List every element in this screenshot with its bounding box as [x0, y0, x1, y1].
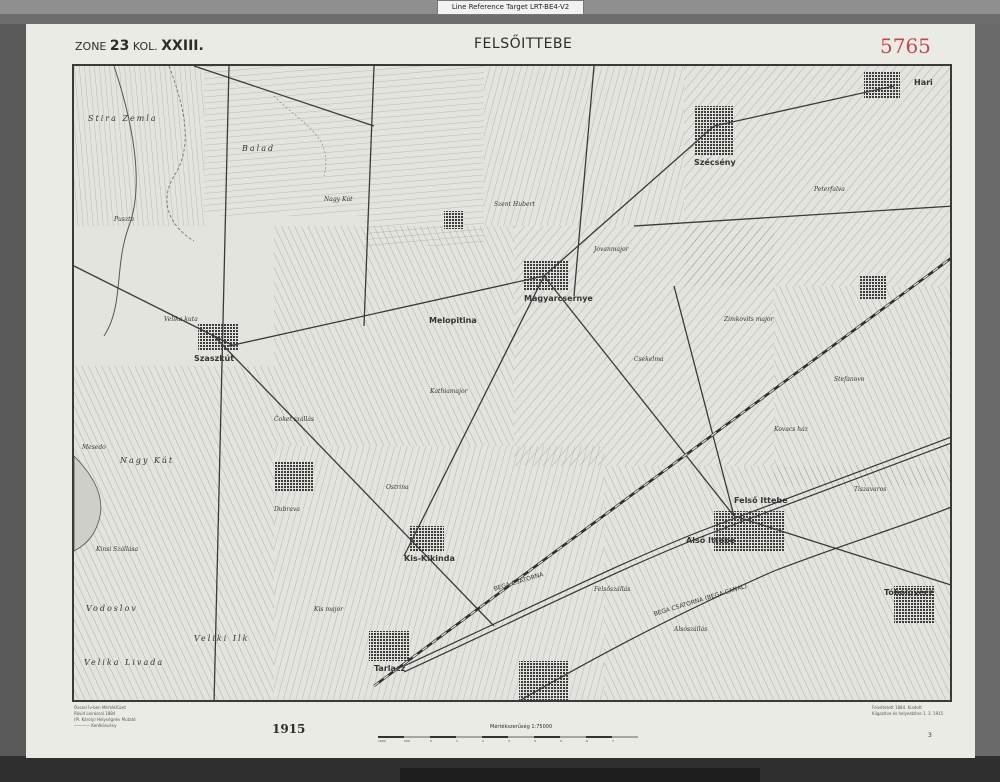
- page-index: 3: [928, 732, 932, 739]
- field-6: Peterfalva: [814, 186, 845, 193]
- area-stefanovo: Stefanovo: [834, 376, 865, 383]
- scale-tick: 3: [508, 739, 510, 742]
- area-mesedo: Mesedo: [82, 444, 106, 451]
- scale-caption: Mértékszerűség 1:75000: [490, 724, 553, 730]
- place-felso-ittebe: Felső Ittebe: [734, 496, 788, 505]
- area-stira-zemla: Stira Zemla: [88, 114, 158, 123]
- scale-bar: 1000 500 0 1 2 3 4 5 6 7: [378, 736, 638, 742]
- scale-tick: 2: [482, 739, 484, 742]
- scale-tick: 500: [404, 739, 410, 742]
- area-nagy-kut: Nagy Kút: [120, 456, 175, 465]
- edition-year: 1915: [272, 722, 306, 736]
- map-legend: Ősszel Ív-ben Mértékfüzet Rövid Leírássa…: [74, 705, 136, 729]
- scale-tick: 1000: [378, 739, 386, 742]
- field-5: Zimkovits major: [724, 316, 774, 323]
- field-12: Kovacs ház: [774, 426, 808, 433]
- field-1: Nagy Kút: [324, 196, 353, 203]
- place-szaszkut: Szaszkút: [194, 354, 235, 363]
- scale-tick: 4: [534, 739, 536, 742]
- place-melopitina: Melopitina: [429, 316, 477, 325]
- place-tobolovecz: Tóbolovecz: [884, 588, 934, 597]
- place-also-ittebe: Alsó Ittebe: [686, 536, 736, 545]
- field-7: Tiszavaros: [854, 486, 887, 493]
- scan-right-edge: [975, 24, 1000, 782]
- field-3: Jovanmajor: [594, 246, 629, 253]
- area-kathiamajor: Kathiamajor: [430, 388, 468, 395]
- area-coket-szallas: Čoket szállás: [274, 416, 315, 423]
- place-kis-kikinda: Kis-Kikinda: [404, 554, 455, 563]
- field-8: Felsőszállás: [594, 586, 631, 593]
- area-veliki-ilk: Veliki Ilk: [194, 634, 250, 643]
- map-area[interactable]: Szaszkút Melopitina Szécsény Hari Felső …: [72, 64, 952, 702]
- scale-tick: 5: [560, 739, 562, 742]
- area-ostrina: Ostrina: [386, 484, 409, 491]
- survey-note: Felvétetett 1884. Kiadott Kiigazítva és …: [872, 705, 943, 717]
- place-hari: Hari: [914, 78, 933, 87]
- field-10: Kis major: [314, 606, 343, 613]
- legend-line: ———— Kerékösvény: [74, 723, 117, 728]
- zone-label: ZONE 23 KOL. XXIII.: [75, 38, 204, 54]
- place-szecseny: Szécsény: [694, 158, 736, 167]
- field-9: Alsószállás: [674, 626, 708, 633]
- area-balad: Balad: [242, 144, 276, 153]
- scale-tick: 7: [612, 739, 614, 742]
- scale-tick: 6: [586, 739, 588, 742]
- field-13: Velika kuta: [164, 316, 198, 323]
- sheet-title: FELSŐITTEBE: [474, 36, 573, 52]
- place-tarlacz: Tarlacz: [374, 664, 406, 673]
- reference-target-label: Line Reference Target LRT-BE4-V2: [437, 0, 584, 15]
- map-linework: [74, 66, 950, 700]
- area-velika-livada: Velika Livada: [84, 658, 165, 667]
- field-11: Dubrava: [274, 506, 300, 513]
- scale-tick: 0: [430, 739, 432, 742]
- area-vodoslov: Vodoslov: [86, 604, 138, 613]
- field-4: Csekelma: [634, 356, 664, 363]
- area-kinsi-szallasa: Kinsi Szállása: [96, 546, 139, 553]
- field-2: Szent Hubert: [494, 201, 535, 208]
- field-0: Puszta: [114, 216, 135, 223]
- survey-note-line: Kiigazítva és helyesbítve 1. 3. 1915: [872, 711, 944, 716]
- scale-tick: 1: [456, 739, 458, 742]
- handwritten-sheet-number: 5765: [880, 34, 931, 58]
- scan-bottom-tab: [400, 768, 760, 782]
- scan-left-edge: [0, 24, 26, 782]
- place-magyarcsernye: Magyarcsernye: [524, 294, 593, 303]
